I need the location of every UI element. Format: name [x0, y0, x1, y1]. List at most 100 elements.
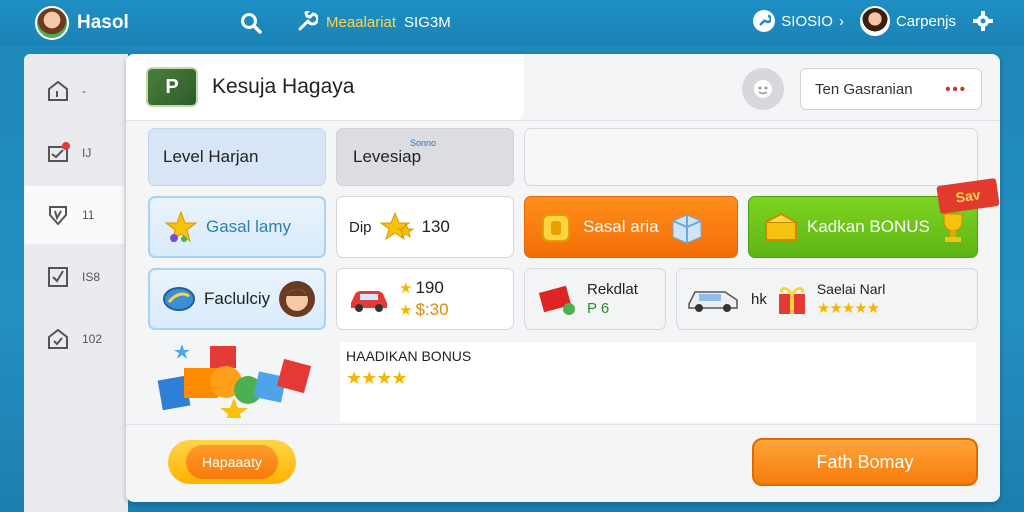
home-check-icon [48, 328, 68, 349]
sidebar-item-mail[interactable]: IJ [24, 124, 124, 182]
tile-saelai-narl[interactable]: hk Saelai Narl ★★★★★ [676, 268, 978, 330]
home-icon [48, 80, 68, 101]
promo-highlight: Meaalariat [326, 13, 397, 31]
settings-icon[interactable] [972, 10, 994, 32]
promo-banner[interactable]: Meaalariat SIG3M [296, 11, 451, 33]
star-icon: ★ [399, 302, 412, 319]
coin-stack-icon [542, 214, 570, 242]
main-panel: P Kesuja Hagaya Ten Gasranian ••• Level … [126, 54, 1000, 502]
tile-label: hk [751, 290, 767, 308]
rating-stars: ★★★★★ [816, 300, 880, 317]
tile-faclulciy[interactable]: Faclulciy [148, 268, 326, 330]
sale-badge-label: Sav [954, 186, 982, 206]
category-select[interactable]: Ten Gasranian ••• [800, 68, 982, 110]
wrench-icon [298, 11, 318, 31]
happy-button-label: Hapaaaty [186, 445, 278, 479]
sidebar-item-house[interactable]: 102 [24, 310, 124, 368]
treasure-chest-icon [765, 212, 797, 241]
promo-text: SIG3M [404, 13, 451, 31]
page-title: Kesuja Hagaya [212, 75, 355, 98]
player-avatar[interactable] [35, 6, 69, 40]
reward-stack: ★ 190 ★ $:30 [399, 278, 449, 320]
shield-icon [49, 206, 67, 226]
red-envelope-icon [538, 285, 575, 315]
user-name: Carpenjs [895, 12, 956, 30]
sidebar-item-shield[interactable]: 11 [24, 186, 124, 244]
tile-dip[interactable]: Dip 130 [336, 196, 514, 258]
tile-empty[interactable] [524, 128, 978, 186]
gift-box-icon [672, 214, 702, 244]
tile-label: Rekdlat [587, 281, 638, 298]
coin-icon [753, 10, 776, 32]
divider [126, 424, 1000, 425]
sidebar-item-label: 11 [82, 208, 95, 222]
rekdlat-stack: Rekdlat P 6 [587, 281, 638, 317]
select-value: Ten Gasranian [815, 80, 913, 98]
van-icon [688, 291, 738, 312]
saelai-stack: Saelai Narl ★★★★★ [817, 281, 885, 317]
more-icon[interactable]: ••• [945, 81, 967, 98]
tile-label: Levesiap [353, 147, 422, 166]
sidebar-item-label: IS8 [82, 270, 101, 284]
reward-value: 190 [415, 278, 444, 297]
check-box-icon [48, 267, 68, 287]
brand[interactable]: Hasol [35, 6, 129, 40]
tile-value: 130 [421, 217, 450, 236]
user-menu[interactable]: Carpenjs [859, 6, 956, 36]
tile-label: Faclulciy [204, 289, 271, 308]
reward-line: ★ 190 [399, 278, 449, 298]
tile-gasal-lamy[interactable]: Gasal lamy [148, 196, 326, 258]
tile-label: Sasal aria [583, 217, 659, 236]
sidebar-item-tasks[interactable]: IS8 [24, 248, 124, 306]
mascot-button[interactable] [742, 68, 784, 110]
character-portrait-icon [279, 281, 316, 317]
tile-level-harjan[interactable]: Level Harjan [148, 128, 326, 186]
brand-name: Hasol [77, 12, 129, 33]
balance-value: SIOSIO [781, 12, 833, 30]
bonus-title: HAADIKAN BONUS [346, 348, 472, 364]
sidebar-item-label: - [82, 84, 86, 98]
sidebar: - IJ 11 IS8 102 [24, 54, 128, 512]
sidebar-item-home[interactable]: - [24, 62, 124, 120]
panel-header: P Kesuja Hagaya [126, 54, 524, 120]
bonus-section: HAADIKAN BONUS ★★★★ [340, 342, 976, 422]
chevron-right-icon: › [838, 12, 844, 30]
tile-label: Gasal lamy [206, 217, 292, 236]
tile-title: Saelai Narl [816, 281, 886, 297]
mascot-icon [754, 80, 772, 98]
user-avatar [859, 6, 890, 36]
tile-sasal-aria[interactable]: Sasal aria [524, 196, 738, 258]
reward-price: $:30 [415, 300, 449, 319]
bonus-rating: ★★★★ [346, 368, 408, 388]
tile-rekdlat[interactable]: Rekdlat P 6 [524, 268, 666, 330]
search-icon[interactable] [240, 12, 262, 34]
fath-bomay-button[interactable]: Fath Bomay [752, 438, 978, 486]
tile-label: Dip [349, 218, 372, 236]
fath-bomay-label: Fath Bomay [816, 451, 914, 472]
prize-pile-icon [157, 344, 312, 418]
tile-sublabel: Sonno [410, 138, 437, 148]
tile-label: Kadkan BONUS [807, 217, 930, 236]
stars-icon [379, 211, 414, 241]
game-logo: P [146, 67, 198, 107]
divider [126, 120, 1000, 121]
reward-line: ★ $:30 [399, 300, 449, 320]
mail-icon [48, 142, 70, 162]
star-icon [164, 210, 198, 243]
red-car-icon [351, 291, 387, 312]
top-bar: Hasol Meaalariat SIG3M SIOSIO › Carpenjs [0, 0, 1024, 46]
tile-car-reward[interactable]: ★ 190 ★ $:30 [336, 268, 514, 330]
balance-display[interactable]: SIOSIO › [753, 10, 844, 32]
tile-label: Level Harjan [163, 147, 259, 166]
logo-text: P [165, 75, 179, 98]
top-right-group: SIOSIO › Carpenjs [753, 6, 994, 36]
sidebar-item-label: IJ [82, 146, 92, 160]
tile-levesiap[interactable]: Levesiap [336, 128, 514, 186]
happy-button[interactable]: Hapaaaty [168, 440, 296, 484]
star-icon: ★ [399, 280, 412, 297]
gift-icon [778, 287, 805, 314]
trophy-icon [943, 213, 963, 242]
blue-gem-icon [163, 287, 195, 311]
sidebar-item-label: 102 [82, 332, 103, 346]
tile-sublabel: P 6 [587, 300, 610, 317]
